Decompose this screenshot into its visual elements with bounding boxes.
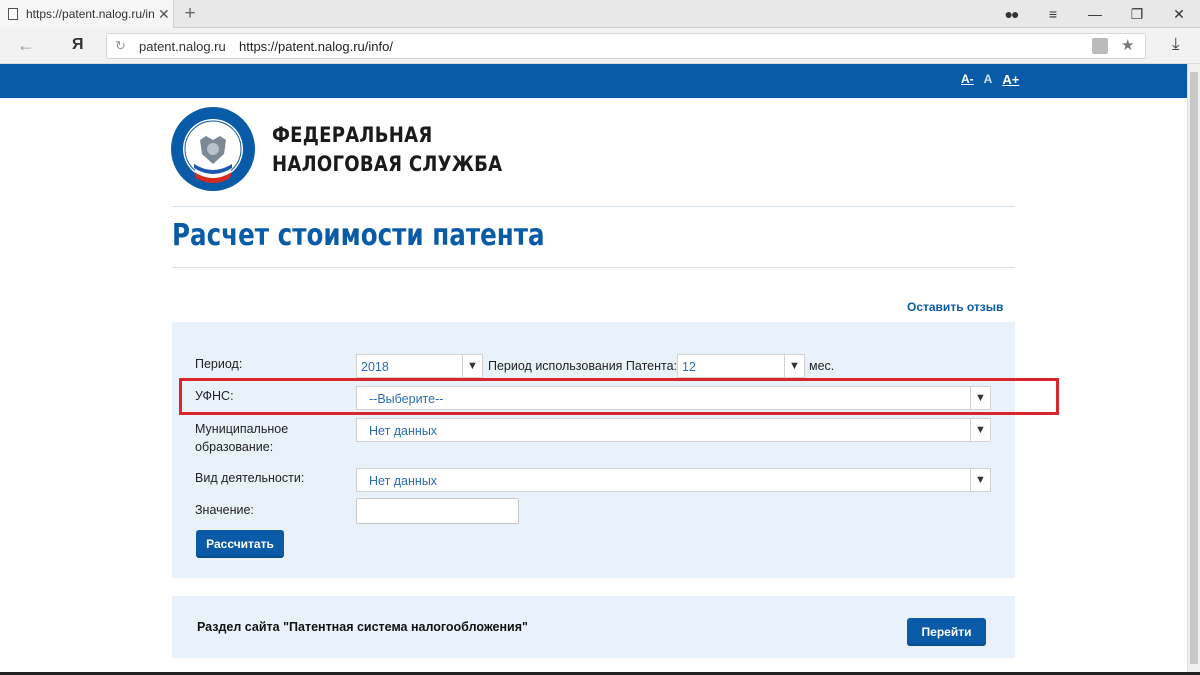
page-icon bbox=[8, 8, 18, 20]
tab-title: https://patent.nalog.ru/in bbox=[26, 7, 154, 21]
ufns-select[interactable]: --Выберите-- ▼ bbox=[356, 386, 991, 410]
fns-emblem-logo[interactable] bbox=[170, 106, 256, 192]
ufns-label: УФНС: bbox=[195, 389, 234, 403]
divider bbox=[172, 206, 1015, 207]
site-header-band: A- A A+ bbox=[0, 64, 1187, 98]
font-increase-link[interactable]: A+ bbox=[1002, 72, 1019, 87]
url-text[interactable]: https://patent.nalog.ru/info/ bbox=[239, 39, 393, 54]
reader-mode-icon[interactable]: ●● bbox=[990, 6, 1032, 22]
protect-icon[interactable] bbox=[1092, 38, 1108, 54]
value-input[interactable] bbox=[356, 498, 519, 524]
url-field[interactable]: ↻ patent.nalog.ru https://patent.nalog.r… bbox=[106, 33, 1146, 59]
page-scrollbar[interactable] bbox=[1187, 64, 1200, 675]
activity-select[interactable]: Нет данных ▼ bbox=[356, 468, 991, 492]
chevron-down-icon: ▼ bbox=[970, 419, 990, 441]
municipal-label-line-1: Муниципальное bbox=[195, 422, 289, 436]
value-label: Значение: bbox=[195, 503, 254, 517]
minimize-icon[interactable]: — bbox=[1074, 6, 1116, 22]
patent-section-text: Раздел сайта "Патентная система налогооб… bbox=[197, 620, 528, 634]
menu-icon[interactable]: ≡ bbox=[1032, 6, 1074, 22]
font-decrease-link[interactable]: A- bbox=[961, 72, 974, 87]
url-domain: patent.nalog.ru bbox=[139, 39, 226, 54]
activity-label: Вид деятельности: bbox=[195, 471, 305, 485]
municipal-select-value: Нет данных bbox=[369, 424, 438, 438]
back-arrow-icon[interactable]: ← bbox=[17, 35, 35, 56]
period-select[interactable]: 2018 ▼ bbox=[356, 354, 483, 378]
usage-period-value: 12 bbox=[682, 360, 696, 374]
org-name-line-1: ФЕДЕРАЛЬНАЯ bbox=[272, 123, 433, 147]
org-name: ФЕДЕРАЛЬНАЯ НАЛОГОВАЯ СЛУЖБА bbox=[272, 121, 502, 179]
address-bar-row: ← Я ↻ patent.nalog.ru https://patent.nal… bbox=[0, 28, 1200, 64]
usage-period-label: Период использования Патента: bbox=[488, 359, 678, 373]
window-controls: ●● ≡ — ❐ ✕ bbox=[990, 0, 1200, 28]
yandex-button[interactable]: Я bbox=[72, 36, 84, 54]
browser-tab[interactable]: https://patent.nalog.ru/in ✕ bbox=[0, 0, 174, 28]
feedback-link[interactable]: Оставить отзыв bbox=[907, 300, 1003, 314]
close-window-icon[interactable]: ✕ bbox=[1158, 6, 1200, 23]
scrollbar-thumb[interactable] bbox=[1190, 72, 1198, 664]
org-name-line-2: НАЛОГОВАЯ СЛУЖБА bbox=[272, 152, 503, 176]
divider bbox=[172, 267, 1015, 268]
new-tab-icon[interactable]: + bbox=[180, 3, 200, 25]
bookmark-star-icon[interactable]: ★ bbox=[1121, 36, 1134, 54]
period-select-value: 2018 bbox=[361, 360, 389, 374]
page-title: Расчет стоимости патента bbox=[172, 218, 545, 253]
go-button[interactable]: Перейти bbox=[907, 618, 986, 646]
font-normal-link[interactable]: A bbox=[984, 72, 993, 87]
ufns-select-value: --Выберите-- bbox=[369, 392, 444, 406]
chevron-down-icon: ▼ bbox=[970, 469, 990, 491]
usage-period-select[interactable]: 12 ▼ bbox=[677, 354, 805, 378]
restore-icon[interactable]: ❐ bbox=[1116, 6, 1158, 23]
municipal-label-line-2: образование: bbox=[195, 440, 274, 454]
chevron-down-icon: ▼ bbox=[970, 387, 990, 409]
close-tab-icon[interactable]: ✕ bbox=[158, 6, 170, 23]
font-size-controls: A- A A+ bbox=[961, 72, 1019, 87]
months-unit-label: мес. bbox=[809, 359, 835, 373]
browser-tab-strip: https://patent.nalog.ru/in ✕ + ●● ≡ — ❐ … bbox=[0, 0, 1200, 28]
chevron-down-icon: ▼ bbox=[784, 355, 804, 377]
chevron-down-icon: ▼ bbox=[462, 355, 482, 377]
reload-icon[interactable]: ↻ bbox=[115, 38, 126, 54]
period-label: Период: bbox=[195, 357, 243, 371]
calculate-button[interactable]: Рассчитать bbox=[196, 530, 284, 558]
download-icon[interactable]: ⤓ bbox=[1172, 34, 1180, 54]
municipal-select[interactable]: Нет данных ▼ bbox=[356, 418, 991, 442]
activity-select-value: Нет данных bbox=[369, 474, 438, 488]
municipal-label: Муниципальное образование: bbox=[195, 420, 288, 456]
